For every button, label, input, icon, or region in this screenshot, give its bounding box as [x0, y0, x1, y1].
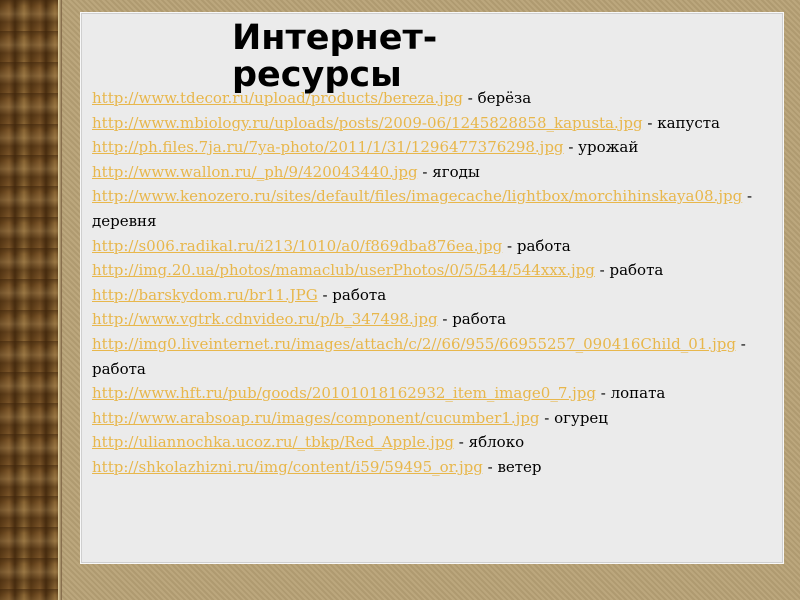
resource-entry: http://www.hft.ru/pub/goods/201010181629… [92, 381, 782, 406]
separator: - [317, 285, 333, 304]
separator: - [454, 433, 469, 452]
resource-link[interactable]: http://s006.radikal.ru/i213/1010/a0/f869… [92, 237, 502, 255]
resource-list: http://www.tdecor.ru/upload/products/ber… [92, 86, 782, 480]
resource-entry: http://uliannochka.ucoz.ru/_tbkp/Red_App… [92, 430, 782, 455]
resource-link[interactable]: http://www.wallon.ru/_ph/9/420043440.jpg [92, 163, 418, 181]
resource-link[interactable]: http://ph.files.7ja.ru/7ya-photo/2011/1/… [92, 138, 564, 156]
resource-label: деревня [92, 211, 157, 230]
separator: - [437, 310, 453, 329]
resource-entry: http://s006.radikal.ru/i213/1010/a0/f869… [92, 234, 782, 259]
separator: - [563, 138, 579, 157]
resource-entry: http://shkolazhizni.ru/img/content/i59/5… [92, 455, 782, 480]
resource-link[interactable]: http://uliannochka.ucoz.ru/_tbkp/Red_App… [92, 433, 454, 451]
resource-label: берёза [477, 89, 532, 107]
resource-entry: http://www.mbiology.ru/uploads/posts/200… [92, 111, 782, 136]
resource-label: ветер [497, 457, 542, 476]
resource-entry: http://barskydom.ru/br11.JPG - работа [92, 283, 782, 308]
resource-label: работа [516, 236, 571, 255]
resource-label: работа [92, 359, 146, 378]
resource-link[interactable]: http://www.arabsoap.ru/images/component/… [92, 409, 540, 427]
separator: - [642, 113, 658, 132]
resource-entry: http://www.arabsoap.ru/images/component/… [92, 406, 782, 431]
resource-label: работа [332, 285, 387, 304]
separator: - [594, 261, 610, 280]
separator: - [502, 236, 517, 255]
resource-entry: http://img0.liveinternet.ru/images/attac… [92, 332, 782, 381]
resource-link[interactable]: http://img.20.ua/photos/mamaclub/userPho… [92, 261, 595, 279]
resource-label: работа [609, 261, 664, 280]
resource-entry: http://ph.files.7ja.ru/7ya-photo/2011/1/… [92, 135, 782, 160]
resource-link[interactable]: http://www.hft.ru/pub/goods/201010181629… [92, 384, 596, 402]
separator: - [482, 457, 498, 476]
separator: - [742, 187, 753, 206]
resource-link[interactable]: http://www.kenozero.ru/sites/default/fil… [92, 187, 742, 205]
separator: - [596, 384, 611, 403]
resource-label: лопата [610, 384, 666, 403]
slide-title: Интернет-ресурсы [232, 18, 438, 95]
resource-label: капуста [657, 113, 721, 132]
resource-link[interactable]: http://shkolazhizni.ru/img/content/i59/5… [92, 458, 483, 476]
resource-entry: http://www.wallon.ru/_ph/9/420043440.jpg… [92, 160, 782, 185]
separator: - [539, 408, 555, 427]
resource-link[interactable]: http://www.vgtrk.cdnvideo.ru/p/b_347498.… [92, 310, 438, 328]
separator: - [735, 334, 746, 353]
resource-link[interactable]: http://www.mbiology.ru/uploads/posts/200… [92, 114, 643, 132]
resource-label: ягоды [432, 162, 480, 181]
resource-link[interactable]: http://barskydom.ru/br11.JPG [92, 286, 318, 304]
resource-entry: http://www.vgtrk.cdnvideo.ru/p/b_347498.… [92, 307, 782, 332]
resource-label: урожай [578, 138, 639, 157]
wood-border [0, 0, 62, 600]
separator: - [417, 162, 433, 181]
resource-entry: http://img.20.ua/photos/mamaclub/userPho… [92, 258, 782, 283]
resource-label: огурец [554, 408, 608, 427]
resource-label: работа [452, 310, 507, 329]
resource-entry: http://www.kenozero.ru/sites/default/fil… [92, 184, 782, 233]
resource-label: яблоко [468, 433, 525, 452]
resource-link[interactable]: http://img0.liveinternet.ru/images/attac… [92, 335, 736, 353]
